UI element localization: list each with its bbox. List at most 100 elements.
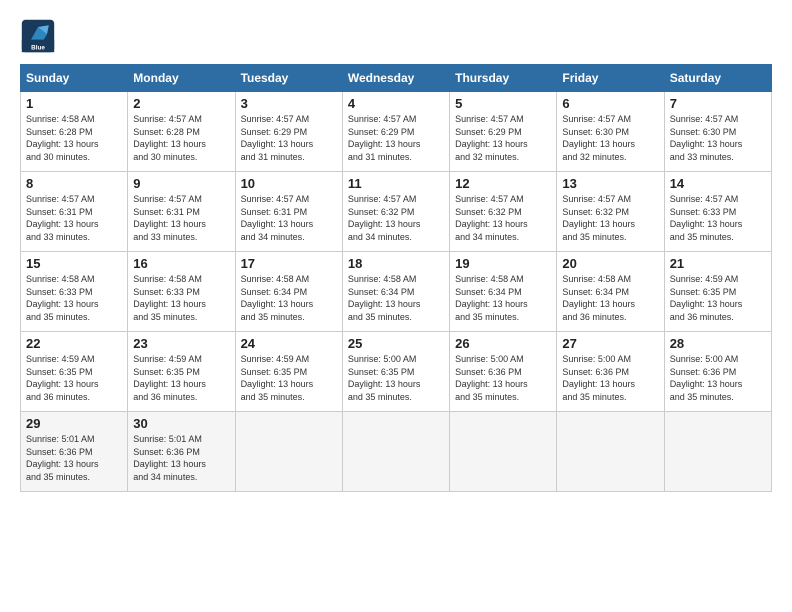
day-info: Sunrise: 5:01 AM Sunset: 6:36 PM Dayligh… (26, 433, 122, 483)
day-number: 15 (26, 256, 122, 271)
day-number: 6 (562, 96, 658, 111)
day-info: Sunrise: 4:57 AM Sunset: 6:33 PM Dayligh… (670, 193, 766, 243)
day-number: 20 (562, 256, 658, 271)
page: Blue SundayMondayTuesdayWednesdayThursda… (0, 0, 792, 502)
weekday-header: Monday (128, 65, 235, 92)
calendar-row: 8 Sunrise: 4:57 AM Sunset: 6:31 PM Daylig… (21, 172, 772, 252)
day-info: Sunrise: 4:58 AM Sunset: 6:34 PM Dayligh… (348, 273, 444, 323)
calendar-cell: 9 Sunrise: 4:57 AM Sunset: 6:31 PM Daylig… (128, 172, 235, 252)
logo: Blue (20, 18, 62, 54)
calendar-cell (235, 412, 342, 492)
weekday-header: Thursday (450, 65, 557, 92)
calendar-cell: 22 Sunrise: 4:59 AM Sunset: 6:35 PM Dayli… (21, 332, 128, 412)
calendar-row: 22 Sunrise: 4:59 AM Sunset: 6:35 PM Dayli… (21, 332, 772, 412)
day-info: Sunrise: 5:00 AM Sunset: 6:36 PM Dayligh… (455, 353, 551, 403)
day-number: 18 (348, 256, 444, 271)
calendar-row: 1 Sunrise: 4:58 AM Sunset: 6:28 PM Daylig… (21, 92, 772, 172)
day-info: Sunrise: 4:57 AM Sunset: 6:31 PM Dayligh… (26, 193, 122, 243)
day-info: Sunrise: 4:58 AM Sunset: 6:33 PM Dayligh… (133, 273, 229, 323)
day-number: 5 (455, 96, 551, 111)
calendar-cell: 13 Sunrise: 4:57 AM Sunset: 6:32 PM Dayli… (557, 172, 664, 252)
day-number: 17 (241, 256, 337, 271)
calendar-cell: 1 Sunrise: 4:58 AM Sunset: 6:28 PM Daylig… (21, 92, 128, 172)
header-row: SundayMondayTuesdayWednesdayThursdayFrid… (21, 65, 772, 92)
day-number: 14 (670, 176, 766, 191)
calendar-cell: 29Sunrise: 5:01 AM Sunset: 6:36 PM Dayli… (21, 412, 128, 492)
calendar-body: 1 Sunrise: 4:58 AM Sunset: 6:28 PM Daylig… (21, 92, 772, 492)
calendar-cell: 8 Sunrise: 4:57 AM Sunset: 6:31 PM Daylig… (21, 172, 128, 252)
calendar-cell: 6 Sunrise: 4:57 AM Sunset: 6:30 PM Daylig… (557, 92, 664, 172)
weekday-header: Saturday (664, 65, 771, 92)
day-number: 11 (348, 176, 444, 191)
calendar-cell: 27Sunrise: 5:00 AM Sunset: 6:36 PM Dayli… (557, 332, 664, 412)
day-info: Sunrise: 4:59 AM Sunset: 6:35 PM Dayligh… (26, 353, 122, 403)
calendar-cell: 3Sunrise: 4:57 AM Sunset: 6:29 PM Daylig… (235, 92, 342, 172)
calendar-cell: 7 Sunrise: 4:57 AM Sunset: 6:30 PM Daylig… (664, 92, 771, 172)
day-number: 22 (26, 336, 122, 351)
day-info: Sunrise: 4:57 AM Sunset: 6:29 PM Dayligh… (455, 113, 551, 163)
weekday-header: Tuesday (235, 65, 342, 92)
header: Blue (20, 18, 772, 54)
day-info: Sunrise: 5:00 AM Sunset: 6:36 PM Dayligh… (562, 353, 658, 403)
calendar-cell: 17 Sunrise: 4:58 AM Sunset: 6:34 PM Dayli… (235, 252, 342, 332)
calendar-header: SundayMondayTuesdayWednesdayThursdayFrid… (21, 65, 772, 92)
day-info: Sunrise: 4:58 AM Sunset: 6:34 PM Dayligh… (562, 273, 658, 323)
day-number: 7 (670, 96, 766, 111)
day-number: 23 (133, 336, 229, 351)
logo-icon: Blue (20, 18, 56, 54)
day-number: 16 (133, 256, 229, 271)
calendar-cell (342, 412, 449, 492)
day-info: Sunrise: 5:00 AM Sunset: 6:36 PM Dayligh… (670, 353, 766, 403)
day-info: Sunrise: 4:58 AM Sunset: 6:34 PM Dayligh… (241, 273, 337, 323)
day-info: Sunrise: 4:58 AM Sunset: 6:28 PM Dayligh… (26, 113, 122, 163)
svg-text:Blue: Blue (31, 45, 45, 52)
day-info: Sunrise: 4:57 AM Sunset: 6:30 PM Dayligh… (670, 113, 766, 163)
calendar-table: SundayMondayTuesdayWednesdayThursdayFrid… (20, 64, 772, 492)
day-number: 9 (133, 176, 229, 191)
day-info: Sunrise: 4:57 AM Sunset: 6:32 PM Dayligh… (348, 193, 444, 243)
weekday-header: Sunday (21, 65, 128, 92)
day-info: Sunrise: 4:57 AM Sunset: 6:29 PM Dayligh… (241, 113, 337, 163)
day-number: 1 (26, 96, 122, 111)
day-info: Sunrise: 4:58 AM Sunset: 6:34 PM Dayligh… (455, 273, 551, 323)
calendar-cell (557, 412, 664, 492)
calendar-cell: 28 Sunrise: 5:00 AM Sunset: 6:36 PM Dayli… (664, 332, 771, 412)
day-number: 28 (670, 336, 766, 351)
day-info: Sunrise: 4:57 AM Sunset: 6:29 PM Dayligh… (348, 113, 444, 163)
calendar-cell: 4 Sunrise: 4:57 AM Sunset: 6:29 PM Daylig… (342, 92, 449, 172)
calendar-cell: 11 Sunrise: 4:57 AM Sunset: 6:32 PM Dayli… (342, 172, 449, 252)
calendar-cell: 30Sunrise: 5:01 AM Sunset: 6:36 PM Dayli… (128, 412, 235, 492)
day-info: Sunrise: 4:57 AM Sunset: 6:28 PM Dayligh… (133, 113, 229, 163)
calendar-cell (664, 412, 771, 492)
calendar-cell: 18 Sunrise: 4:58 AM Sunset: 6:34 PM Dayli… (342, 252, 449, 332)
calendar-cell: 20 Sunrise: 4:58 AM Sunset: 6:34 PM Dayli… (557, 252, 664, 332)
day-number: 2 (133, 96, 229, 111)
calendar-cell: 26 Sunrise: 5:00 AM Sunset: 6:36 PM Dayli… (450, 332, 557, 412)
day-info: Sunrise: 4:57 AM Sunset: 6:32 PM Dayligh… (562, 193, 658, 243)
day-number: 24 (241, 336, 337, 351)
day-info: Sunrise: 4:57 AM Sunset: 6:32 PM Dayligh… (455, 193, 551, 243)
day-number: 12 (455, 176, 551, 191)
calendar-cell: 5 Sunrise: 4:57 AM Sunset: 6:29 PM Daylig… (450, 92, 557, 172)
day-number: 26 (455, 336, 551, 351)
day-info: Sunrise: 4:59 AM Sunset: 6:35 PM Dayligh… (241, 353, 337, 403)
calendar-cell: 24 Sunrise: 4:59 AM Sunset: 6:35 PM Dayli… (235, 332, 342, 412)
day-info: Sunrise: 4:57 AM Sunset: 6:30 PM Dayligh… (562, 113, 658, 163)
day-number: 4 (348, 96, 444, 111)
day-number: 25 (348, 336, 444, 351)
calendar-row: 15 Sunrise: 4:58 AM Sunset: 6:33 PM Dayli… (21, 252, 772, 332)
calendar-cell: 25 Sunrise: 5:00 AM Sunset: 6:35 PM Dayli… (342, 332, 449, 412)
calendar-cell: 2 Sunrise: 4:57 AM Sunset: 6:28 PM Daylig… (128, 92, 235, 172)
day-info: Sunrise: 4:59 AM Sunset: 6:35 PM Dayligh… (670, 273, 766, 323)
day-number: 8 (26, 176, 122, 191)
weekday-header: Friday (557, 65, 664, 92)
day-info: Sunrise: 4:57 AM Sunset: 6:31 PM Dayligh… (133, 193, 229, 243)
day-number: 13 (562, 176, 658, 191)
day-number: 21 (670, 256, 766, 271)
calendar-cell: 23 Sunrise: 4:59 AM Sunset: 6:35 PM Dayli… (128, 332, 235, 412)
day-info: Sunrise: 4:57 AM Sunset: 6:31 PM Dayligh… (241, 193, 337, 243)
weekday-header: Wednesday (342, 65, 449, 92)
day-info: Sunrise: 5:00 AM Sunset: 6:35 PM Dayligh… (348, 353, 444, 403)
day-info: Sunrise: 4:59 AM Sunset: 6:35 PM Dayligh… (133, 353, 229, 403)
day-info: Sunrise: 5:01 AM Sunset: 6:36 PM Dayligh… (133, 433, 229, 483)
